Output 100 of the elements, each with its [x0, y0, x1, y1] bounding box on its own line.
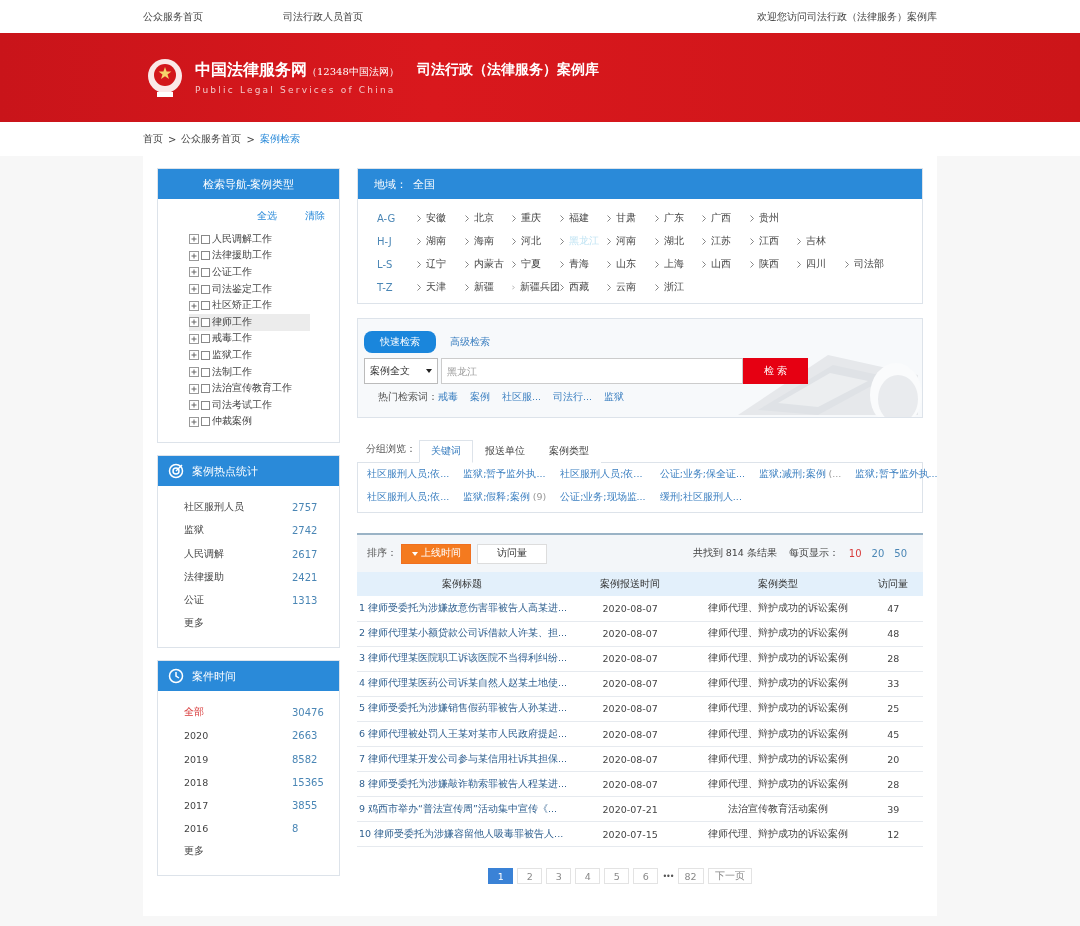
tree-item[interactable]: 司法鉴定工作: [189, 280, 310, 298]
region-link[interactable]: 山西: [702, 258, 750, 271]
region-link[interactable]: 北京: [464, 212, 512, 225]
checkbox[interactable]: [201, 367, 210, 377]
checkbox[interactable]: [201, 350, 210, 360]
region-link[interactable]: 司法部: [844, 258, 892, 271]
page-button[interactable]: 2: [517, 868, 543, 885]
search-tab[interactable]: 高级检索: [450, 331, 490, 353]
checkbox[interactable]: [201, 251, 210, 261]
year-label[interactable]: 2017: [184, 799, 292, 811]
region-link[interactable]: 西藏: [559, 281, 607, 294]
plus-box-icon[interactable]: [189, 367, 199, 378]
plus-box-icon[interactable]: [189, 383, 199, 394]
case-title-link[interactable]: 3 律师代理某医院职工诉该医院不当得利纠纷...: [357, 646, 568, 672]
region-link[interactable]: 新疆: [464, 281, 512, 294]
checkbox[interactable]: [201, 317, 210, 327]
tree-item[interactable]: 社区矫正工作: [189, 297, 310, 314]
region-link[interactable]: 河北: [512, 235, 560, 248]
region-link[interactable]: 云南: [607, 281, 655, 294]
plus-box-icon[interactable]: [189, 284, 199, 295]
select-all-link[interactable]: 全选: [257, 209, 277, 223]
case-title-link[interactable]: 5 律师受委托为涉嫌销售假药罪被告人孙某进...: [357, 696, 568, 722]
region-link[interactable]: 浙江: [654, 281, 702, 294]
more-link[interactable]: 更多: [184, 612, 339, 636]
plus-box-icon[interactable]: [189, 416, 199, 427]
region-link[interactable]: 重庆: [512, 212, 560, 225]
hot-term-link[interactable]: 戒毒: [438, 391, 458, 404]
checkbox[interactable]: [201, 417, 210, 427]
region-link[interactable]: 湖南: [417, 235, 465, 248]
browse-tab[interactable]: 关键词: [419, 440, 473, 463]
plus-box-icon[interactable]: [189, 317, 199, 328]
page-button[interactable]: 3: [546, 868, 572, 885]
checkbox[interactable]: [201, 400, 210, 410]
stat-label[interactable]: 人民调解: [184, 547, 292, 561]
stat-label[interactable]: 社区服刑人员: [184, 501, 292, 515]
region-link[interactable]: 吉林: [797, 235, 845, 248]
tree-item[interactable]: 法律援助工作: [189, 247, 310, 265]
case-title-link[interactable]: 7 律师代理某开发公司参与某信用社诉其担保...: [357, 746, 568, 772]
region-link[interactable]: 山东: [607, 258, 655, 271]
page-button[interactable]: 82: [677, 868, 704, 885]
search-field[interactable]: 黑龙江: [441, 358, 743, 384]
region-link[interactable]: 上海: [654, 258, 702, 271]
keyword-link[interactable]: 公证;业务;保全证...: [659, 468, 746, 481]
plus-box-icon[interactable]: [189, 250, 199, 261]
keyword-link[interactable]: 社区服刑人员;依...: [560, 468, 646, 481]
tree-item[interactable]: 监狱工作: [189, 347, 310, 364]
region-link[interactable]: 宁夏: [512, 258, 560, 271]
case-title-link[interactable]: 8 律师受委托为涉嫌敲诈勒索罪被告人程某进...: [357, 771, 568, 797]
tree-item[interactable]: 公证工作: [189, 264, 310, 281]
next-page-button[interactable]: 下一页: [707, 868, 752, 885]
case-title-link[interactable]: 10 律师受委托为涉嫌容留他人吸毒罪被告人...: [357, 821, 568, 847]
region-link[interactable]: 福建: [559, 212, 607, 225]
region-link[interactable]: 广东: [654, 212, 702, 225]
page-button[interactable]: 5: [604, 868, 630, 885]
tree-item[interactable]: 仲裁案例: [189, 413, 310, 431]
case-title-link[interactable]: 1 律师受委托为涉嫌故意伤害罪被告人高某进...: [357, 596, 568, 622]
keyword-link[interactable]: 社区服刑人员;依...: [367, 468, 450, 481]
plus-box-icon[interactable]: [189, 333, 199, 344]
tree-item[interactable]: 人民调解工作: [189, 231, 310, 248]
case-title-link[interactable]: 2 律师代理某小额贷款公司诉借款人许某、担...: [357, 621, 568, 647]
checkbox[interactable]: [201, 268, 210, 277]
region-link[interactable]: 河南: [607, 235, 655, 248]
region-link[interactable]: 新疆兵团: [512, 281, 560, 294]
clear-link[interactable]: 清除: [305, 209, 325, 223]
keyword-link[interactable]: 监狱;减刑;案例 (...: [759, 468, 842, 481]
region-link[interactable]: 陕西: [749, 258, 797, 271]
region-link[interactable]: 安徽: [417, 212, 465, 225]
year-label[interactable]: 2018: [184, 776, 292, 788]
page-button[interactable]: 1: [488, 868, 514, 885]
plus-box-icon[interactable]: [189, 300, 199, 311]
keyword-link[interactable]: 监狱;暂予监外执...: [463, 468, 547, 481]
search-button[interactable]: 检 索: [743, 358, 808, 384]
hot-term-link[interactable]: 案例: [470, 391, 490, 404]
plus-box-icon[interactable]: [189, 234, 199, 245]
region-link[interactable]: 江苏: [702, 235, 750, 248]
region-link[interactable]: 青海: [559, 258, 607, 271]
year-label[interactable]: 全部: [184, 706, 292, 720]
stat-label[interactable]: 法律援助: [184, 570, 292, 584]
region-link[interactable]: 贵州: [749, 212, 797, 225]
case-title-link[interactable]: 9 鸡西市举办“普法宣传周”活动集中宣传《...: [357, 796, 568, 822]
region-link[interactable]: 海南: [464, 235, 512, 248]
case-title-link[interactable]: 6 律师代理被处罚人王某对某市人民政府提起...: [357, 721, 568, 747]
plus-box-icon[interactable]: [189, 400, 199, 411]
breadcrumb-link[interactable]: 首页: [143, 132, 163, 146]
checkbox[interactable]: [201, 284, 210, 294]
year-label[interactable]: 2019: [184, 753, 292, 765]
page-button[interactable]: 6: [633, 868, 659, 885]
year-label[interactable]: 2016: [184, 823, 292, 835]
checkbox[interactable]: [201, 234, 210, 244]
top-link[interactable]: 公众服务首页: [143, 9, 283, 24]
search-tab[interactable]: 快速检索: [364, 331, 436, 353]
breadcrumb-link[interactable]: 公众服务首页: [181, 132, 242, 146]
stat-label[interactable]: 公证: [184, 593, 292, 607]
region-link[interactable]: 天津: [417, 281, 465, 294]
checkbox[interactable]: [201, 384, 210, 394]
tree-item[interactable]: 律师工作: [189, 313, 310, 331]
scope-select[interactable]: 案例全文: [364, 358, 438, 384]
plus-box-icon[interactable]: [189, 350, 199, 361]
region-link[interactable]: 四川: [797, 258, 845, 271]
case-title-link[interactable]: 4 律师代理某医药公司诉某自然人赵某土地使...: [357, 671, 568, 697]
